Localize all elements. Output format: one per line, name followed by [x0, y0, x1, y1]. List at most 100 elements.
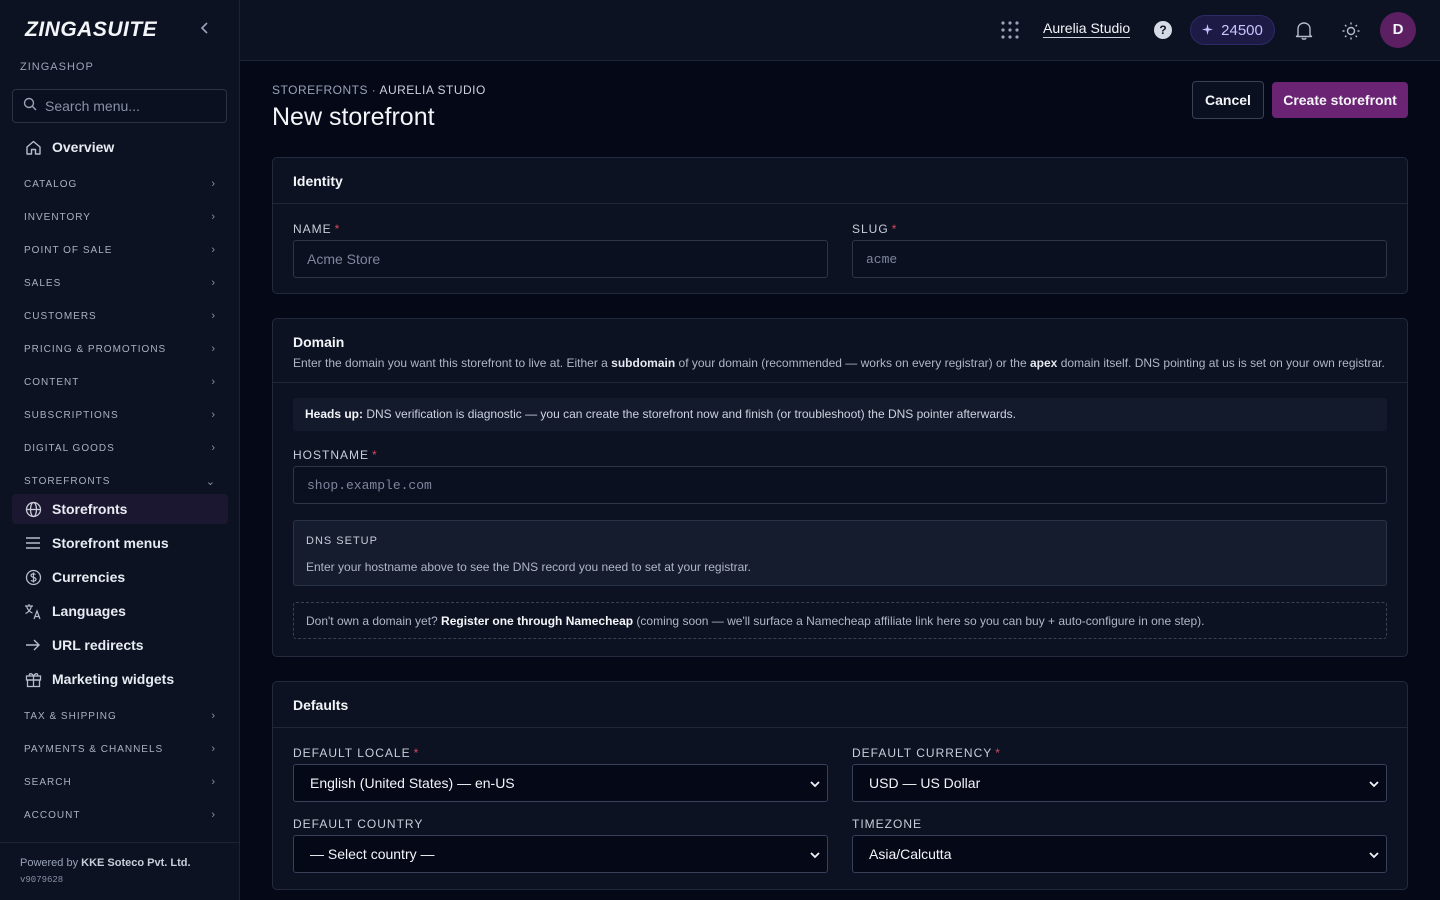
sidebar-section-customers[interactable]: CUSTOMERS ›	[24, 306, 216, 326]
org-switcher[interactable]: Aurelia Studio	[1043, 20, 1131, 38]
label-text: TIMEZONE	[852, 817, 922, 831]
powered-by: Powered by KKE Soteco Pvt. Ltd.	[20, 857, 191, 869]
label-text: DEFAULT CURRENCY	[852, 746, 993, 760]
chevron-right-icon: ›	[211, 244, 216, 256]
credits-badge[interactable]: 24500	[1190, 15, 1275, 45]
chevron-right-icon: ›	[211, 376, 216, 388]
chevron-right-icon: ›	[211, 310, 216, 322]
required-mark: *	[413, 746, 420, 760]
page-title: New storefront	[272, 103, 435, 131]
section-label: DIGITAL GOODS	[24, 442, 115, 454]
sidebar-section-content[interactable]: CONTENT ›	[24, 372, 216, 392]
avatar[interactable]: D	[1380, 12, 1416, 48]
breadcrumb-current: AURELIA STUDIO	[379, 83, 486, 97]
sidebar-item-label: URL redirects	[52, 637, 144, 653]
sidebar-section-point-of-sale[interactable]: POINT OF SALE ›	[24, 240, 216, 260]
cancel-button[interactable]: Cancel	[1192, 81, 1264, 119]
sidebar-item-storefront-menus[interactable]: Storefront menus	[12, 528, 228, 558]
default-country-select[interactable]: — Select country —	[293, 835, 828, 873]
sparkle-icon	[1202, 22, 1214, 39]
select-value: English (United States) — en-US	[310, 775, 515, 791]
sidebar-item-overview[interactable]: Overview	[12, 132, 228, 162]
hostname-label: HOSTNAME *	[293, 448, 378, 462]
sidebar-section-sales[interactable]: SALES ›	[24, 273, 216, 293]
sidebar-item-languages[interactable]: Languages	[12, 596, 228, 626]
version-label: v9079628	[20, 875, 64, 885]
required-mark: *	[372, 448, 378, 462]
default-locale-select[interactable]: English (United States) — en-US	[293, 764, 828, 802]
breadcrumb-storefronts[interactable]: STOREFRONTS	[272, 83, 368, 97]
sidebar-item-currencies[interactable]: Currencies	[12, 562, 228, 592]
sidebar-item-label: Marketing widgets	[52, 671, 175, 687]
notice-text: DNS verification is diagnostic — you can…	[363, 407, 1016, 421]
section-label: SALES	[24, 277, 62, 289]
sidebar-section-tax-shipping[interactable]: TAX & SHIPPING ›	[24, 706, 216, 726]
label-text: DEFAULT COUNTRY	[293, 817, 424, 831]
sidebar-section-search[interactable]: SEARCH ›	[24, 772, 216, 792]
default-country-label: DEFAULT COUNTRY	[293, 817, 423, 831]
currency-icon	[24, 568, 42, 586]
chevron-right-icon: ›	[211, 442, 216, 454]
default-currency-label: DEFAULT CURRENCY *	[852, 746, 1001, 760]
sidebar-section-payments-channels[interactable]: PAYMENTS & CHANNELS ›	[24, 739, 216, 759]
defaults-card: Defaults DEFAULT LOCALE * English (United…	[272, 681, 1408, 890]
bell-icon[interactable]	[1293, 19, 1315, 41]
sidebar-section-account[interactable]: ACCOUNT ›	[24, 805, 216, 825]
slug-field[interactable]	[852, 240, 1387, 278]
create-storefront-button[interactable]: Create storefront	[1272, 82, 1408, 118]
name-field[interactable]	[293, 240, 828, 278]
required-mark: *	[995, 746, 1001, 760]
sidebar-item-storefronts[interactable]: Storefronts	[12, 494, 228, 524]
required-mark: *	[891, 222, 898, 236]
collapse-sidebar-icon[interactable]	[196, 20, 214, 40]
hostname-field[interactable]	[293, 466, 1387, 504]
namecheap-box: Don't own a domain yet? Register one thr…	[293, 602, 1387, 639]
sidebar-section-pricing-promotions[interactable]: PRICING & PROMOTIONS ›	[24, 339, 216, 359]
timezone-label: TIMEZONE	[852, 817, 922, 831]
translate-icon	[24, 602, 42, 620]
card-header	[273, 158, 1407, 204]
apps-grid-icon[interactable]	[1000, 20, 1020, 40]
sidebar-section-digital-goods[interactable]: DIGITAL GOODS ›	[24, 438, 216, 458]
sidebar-item-marketing-widgets[interactable]: Marketing widgets	[12, 664, 228, 694]
chevron-right-icon: ›	[211, 211, 216, 223]
sidebar-section-subscriptions[interactable]: SUBSCRIPTIONS ›	[24, 405, 216, 425]
default-currency-select[interactable]: USD — US Dollar	[852, 764, 1387, 802]
desc-text: of your domain (recommended — works on e…	[675, 356, 1030, 370]
chevron-right-icon: ›	[211, 178, 216, 190]
sidebar-item-url-redirects[interactable]: URL redirects	[12, 630, 228, 660]
theme-toggle-icon[interactable]	[1341, 21, 1361, 41]
domain-card: Domain Enter the domain you want this st…	[272, 318, 1408, 657]
brand-logo[interactable]: ZINGASUITE	[25, 18, 157, 42]
timezone-select[interactable]: Asia/Calcutta	[852, 835, 1387, 873]
search-input[interactable]	[45, 98, 215, 114]
sidebar-section-inventory[interactable]: INVENTORY ›	[24, 207, 216, 227]
desc-text: domain itself. DNS pointing at us is set…	[1057, 356, 1385, 370]
topbar: Aurelia Studio ? 24500 D	[240, 0, 1440, 61]
desc-text: Enter the domain you want this storefron…	[293, 356, 612, 370]
sidebar-item-label: Overview	[52, 139, 115, 155]
section-label: CONTENT	[24, 376, 80, 388]
section-label: CATALOG	[24, 178, 78, 190]
help-icon[interactable]: ?	[1154, 21, 1172, 39]
chevron-right-icon: ›	[211, 776, 216, 788]
card-title: Identity	[293, 173, 343, 189]
gift-icon	[24, 670, 42, 688]
label-text: DEFAULT LOCALE	[293, 746, 411, 760]
dns-setup-box: DNS SETUP Enter your hostname above to s…	[293, 520, 1387, 586]
select-value: — Select country —	[310, 846, 435, 862]
sidebar-item-label: Currencies	[52, 569, 126, 585]
breadcrumb: STOREFRONTS · AURELIA STUDIO	[272, 83, 486, 97]
section-label: SEARCH	[24, 776, 72, 788]
chevron-right-icon: ›	[211, 743, 216, 755]
sidebar-section-catalog[interactable]: CATALOG ›	[24, 174, 216, 194]
nc-text: (coming soon — we'll surface a Namecheap…	[633, 614, 1205, 628]
arrow-right-icon	[24, 636, 42, 654]
section-label: INVENTORY	[24, 211, 91, 223]
sidebar-search[interactable]	[12, 89, 227, 123]
section-label: CUSTOMERS	[24, 310, 97, 322]
credits-value: 24500	[1221, 21, 1263, 39]
namecheap-link[interactable]: Register one through Namecheap	[441, 614, 633, 628]
chevron-down-icon	[809, 848, 821, 860]
sidebar-section-storefronts[interactable]: STOREFRONTS ⌄	[24, 471, 216, 491]
